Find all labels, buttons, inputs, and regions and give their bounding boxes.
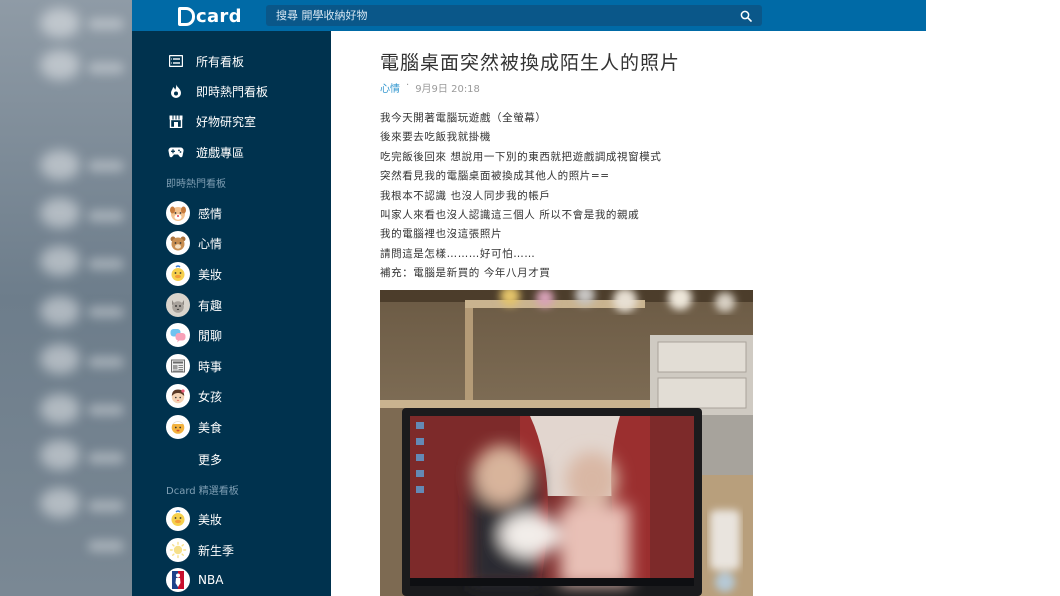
blur-shape	[88, 356, 124, 368]
post-line: 後來要去吃飯我就掛機	[380, 131, 491, 144]
dog-avatar-icon	[166, 201, 190, 225]
sidebar: 所有看板 即時熱門看板 好物研究室 遊戲專區 即時熱門看板 感情 心情 美妝 有…	[132, 31, 331, 596]
blur-shape	[88, 404, 124, 416]
blur-shape	[88, 540, 124, 552]
blur-shape	[40, 344, 80, 374]
blur-shape	[88, 258, 124, 270]
featured-boards-heading: Dcard 精選看板	[166, 486, 239, 497]
nba-logo-icon	[166, 568, 190, 592]
post-board-link[interactable]: 心情	[380, 80, 400, 95]
sun-avatar-icon	[166, 538, 190, 562]
bear-avatar-icon	[166, 231, 190, 255]
nav-shop-lab[interactable]: 好物研究室	[168, 109, 256, 133]
board-label: NBA	[198, 573, 224, 587]
post-line: 我的電腦裡也沒這張照片	[380, 228, 503, 241]
top-header: card	[132, 0, 926, 31]
nav-label: 遊戲專區	[196, 145, 245, 160]
nav-label: 所有看板	[196, 54, 245, 69]
sidebar-board-makeup[interactable]: 美妝	[166, 262, 222, 286]
blurred-background-left	[0, 0, 132, 596]
post-line: 吃完飯後回來 想說用一下別的東西就把遊戲調成視窗模式	[380, 150, 662, 163]
post-line: 我根本不認識 也沒人同步我的帳戶	[380, 189, 551, 202]
logo-d-icon	[178, 6, 195, 26]
nav-hot-boards[interactable]: 即時熱門看板	[168, 79, 268, 103]
post-body: 我今天開著電腦玩遊戲（全螢幕） 後來要去吃飯我就掛機 吃完飯後回來 想說用一下別…	[380, 109, 661, 284]
nav-game-zone[interactable]: 遊戲專區	[168, 140, 244, 164]
blur-shape	[88, 18, 124, 30]
board-label: 女孩	[198, 389, 223, 404]
blank-background-right	[926, 0, 1060, 596]
newspaper-avatar-icon	[166, 354, 190, 378]
post-meta: 心情 · 9月9日 20:18	[380, 80, 480, 95]
board-label: 有趣	[198, 298, 223, 313]
blur-shape	[88, 62, 124, 74]
board-label: 美食	[198, 420, 223, 435]
girl-avatar-icon	[166, 384, 190, 408]
chat-avatar-icon	[166, 323, 190, 347]
sidebar-board-relationship[interactable]: 感情	[166, 201, 222, 225]
shop-icon	[168, 113, 184, 129]
post-photo[interactable]	[380, 290, 753, 596]
sidebar-featured-nba[interactable]: NBA	[166, 568, 223, 592]
search-icon	[740, 10, 752, 22]
sidebar-board-chat[interactable]: 閒聊	[166, 323, 222, 347]
nav-all-boards[interactable]: 所有看板	[168, 49, 244, 73]
blur-shape	[88, 210, 124, 222]
blur-shape	[88, 452, 124, 464]
sidebar-featured-freshman[interactable]: 新生季	[166, 538, 234, 562]
board-label: 美妝	[198, 512, 223, 527]
board-label: 心情	[198, 236, 223, 251]
board-label: 時事	[198, 359, 223, 374]
post-article: 電腦桌面突然被換成陌生人的照片 心情 · 9月9日 20:18 我今天開著電腦玩…	[331, 31, 926, 596]
blur-shape	[40, 440, 80, 470]
nav-label: 即時熱門看板	[196, 84, 269, 99]
sidebar-board-funny[interactable]: 有趣	[166, 293, 222, 317]
board-label: 美妝	[198, 267, 223, 282]
food-avatar-icon	[166, 415, 190, 439]
search-input[interactable]	[266, 5, 730, 26]
blur-shape	[40, 198, 80, 228]
fire-icon	[168, 83, 184, 99]
blur-shape	[88, 500, 124, 512]
sidebar-board-girl[interactable]: 女孩	[166, 384, 222, 408]
blur-shape	[40, 296, 80, 326]
blur-shape	[40, 488, 80, 518]
search-button[interactable]	[730, 5, 762, 26]
cat-avatar-icon	[166, 293, 190, 317]
hot-boards-heading: 即時熱門看板	[166, 179, 226, 190]
post-date: 9月9日 20:18	[415, 84, 480, 95]
meta-separator: ·	[406, 80, 410, 91]
board-list-icon	[168, 53, 184, 69]
photo-of-monitor	[380, 290, 753, 596]
blur-shape	[88, 306, 124, 318]
board-label: 新生季	[198, 543, 235, 558]
post-title: 電腦桌面突然被換成陌生人的照片	[380, 52, 681, 74]
post-line: 突然看見我的電腦桌面被換成其他人的照片==	[380, 170, 610, 183]
blur-shape	[40, 150, 80, 180]
blur-shape	[40, 394, 80, 424]
nav-label: 好物研究室	[196, 114, 257, 129]
post-line: 補充：電腦是新買的 今年八月才買	[380, 267, 551, 280]
board-label: 閒聊	[198, 328, 223, 343]
blur-shape	[40, 246, 80, 276]
duck-avatar-icon	[166, 262, 190, 286]
dcard-logo[interactable]: card	[178, 4, 242, 28]
dcard-window: card 所有看板 即時熱門看板 好物研究室	[132, 0, 926, 596]
blur-shape	[40, 50, 80, 80]
gamepad-icon	[168, 144, 184, 160]
post-line: 叫家人來看也沒人認識這三個人 所以不會是我的親戚	[380, 208, 640, 221]
blur-shape	[88, 160, 124, 172]
more-boards-link[interactable]: 更多	[198, 451, 222, 468]
board-label: 感情	[198, 206, 223, 221]
sidebar-board-news[interactable]: 時事	[166, 354, 222, 378]
post-line: 請問這是怎樣………好可怕……	[380, 247, 536, 260]
duck-avatar-icon	[166, 507, 190, 531]
sidebar-board-food[interactable]: 美食	[166, 415, 222, 439]
logo-text: card	[196, 5, 242, 27]
sidebar-featured-makeup[interactable]: 美妝	[166, 507, 222, 531]
post-line: 我今天開著電腦玩遊戲（全螢幕）	[380, 112, 547, 124]
sidebar-board-mood[interactable]: 心情	[166, 231, 222, 255]
blur-shape	[40, 8, 80, 38]
